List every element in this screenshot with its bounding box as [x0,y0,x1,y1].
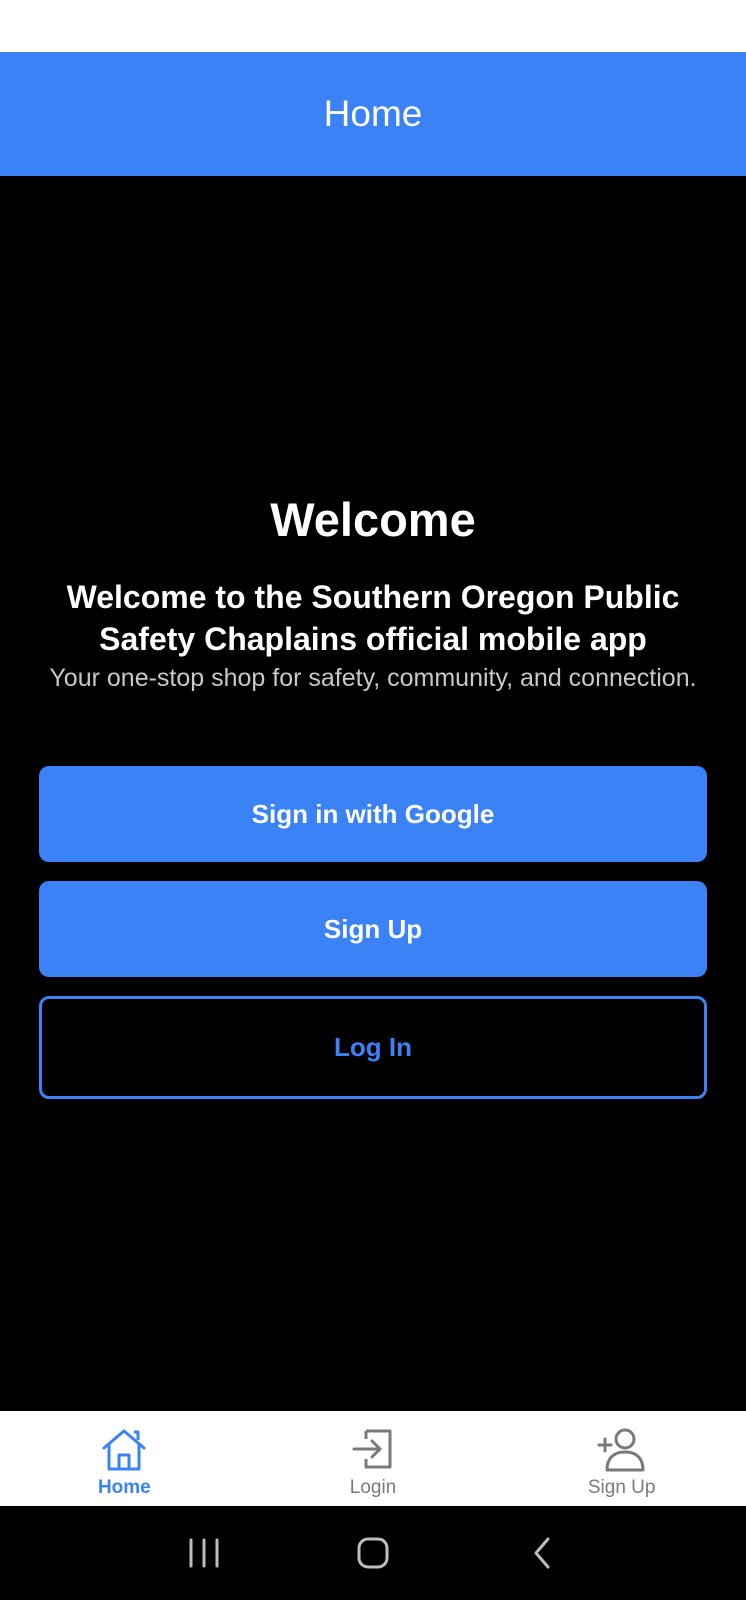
tab-sign-up[interactable]: Sign Up [497,1411,746,1506]
sign-in-with-google-button[interactable]: Sign in with Google [39,766,707,862]
welcome-heading: Welcome [270,493,476,546]
log-in-button[interactable]: Log In [39,996,707,1099]
sign-in-with-google-label: Sign in with Google [251,798,495,829]
tab-login[interactable]: Login [249,1411,498,1506]
sign-up-label: Sign Up [323,913,423,944]
welcome-subheading: Welcome to the Southern Oregon Public Sa… [66,579,680,657]
system-navigation-bar [0,1506,746,1600]
tab-login-label: Login [349,1477,397,1498]
status-bar [0,0,746,52]
tab-sign-up-label: Sign Up [587,1477,656,1498]
home-icon [102,1429,146,1471]
tagline: Your one-stop shop for safety, community… [49,664,697,692]
back-button[interactable] [512,1523,572,1583]
login-icon [352,1429,392,1469]
tab-home[interactable]: Home [0,1411,249,1506]
bottom-tab-bar: Home Login Sign Up [0,1411,746,1506]
page-title: Home [323,93,423,134]
sign-up-button[interactable]: Sign Up [39,881,707,977]
home-square-icon [357,1537,389,1569]
home-nav-button[interactable] [343,1523,403,1583]
main-content: Welcome Welcome to the Southern Oregon P… [0,176,746,1411]
log-in-label: Log In [334,1032,412,1062]
back-chevron-icon [534,1537,550,1569]
app-header: Home [0,52,746,176]
add-user-icon [597,1428,645,1472]
tab-home-label: Home [97,1477,151,1498]
recent-apps-icon [189,1538,219,1568]
recent-apps-button[interactable] [174,1523,234,1583]
